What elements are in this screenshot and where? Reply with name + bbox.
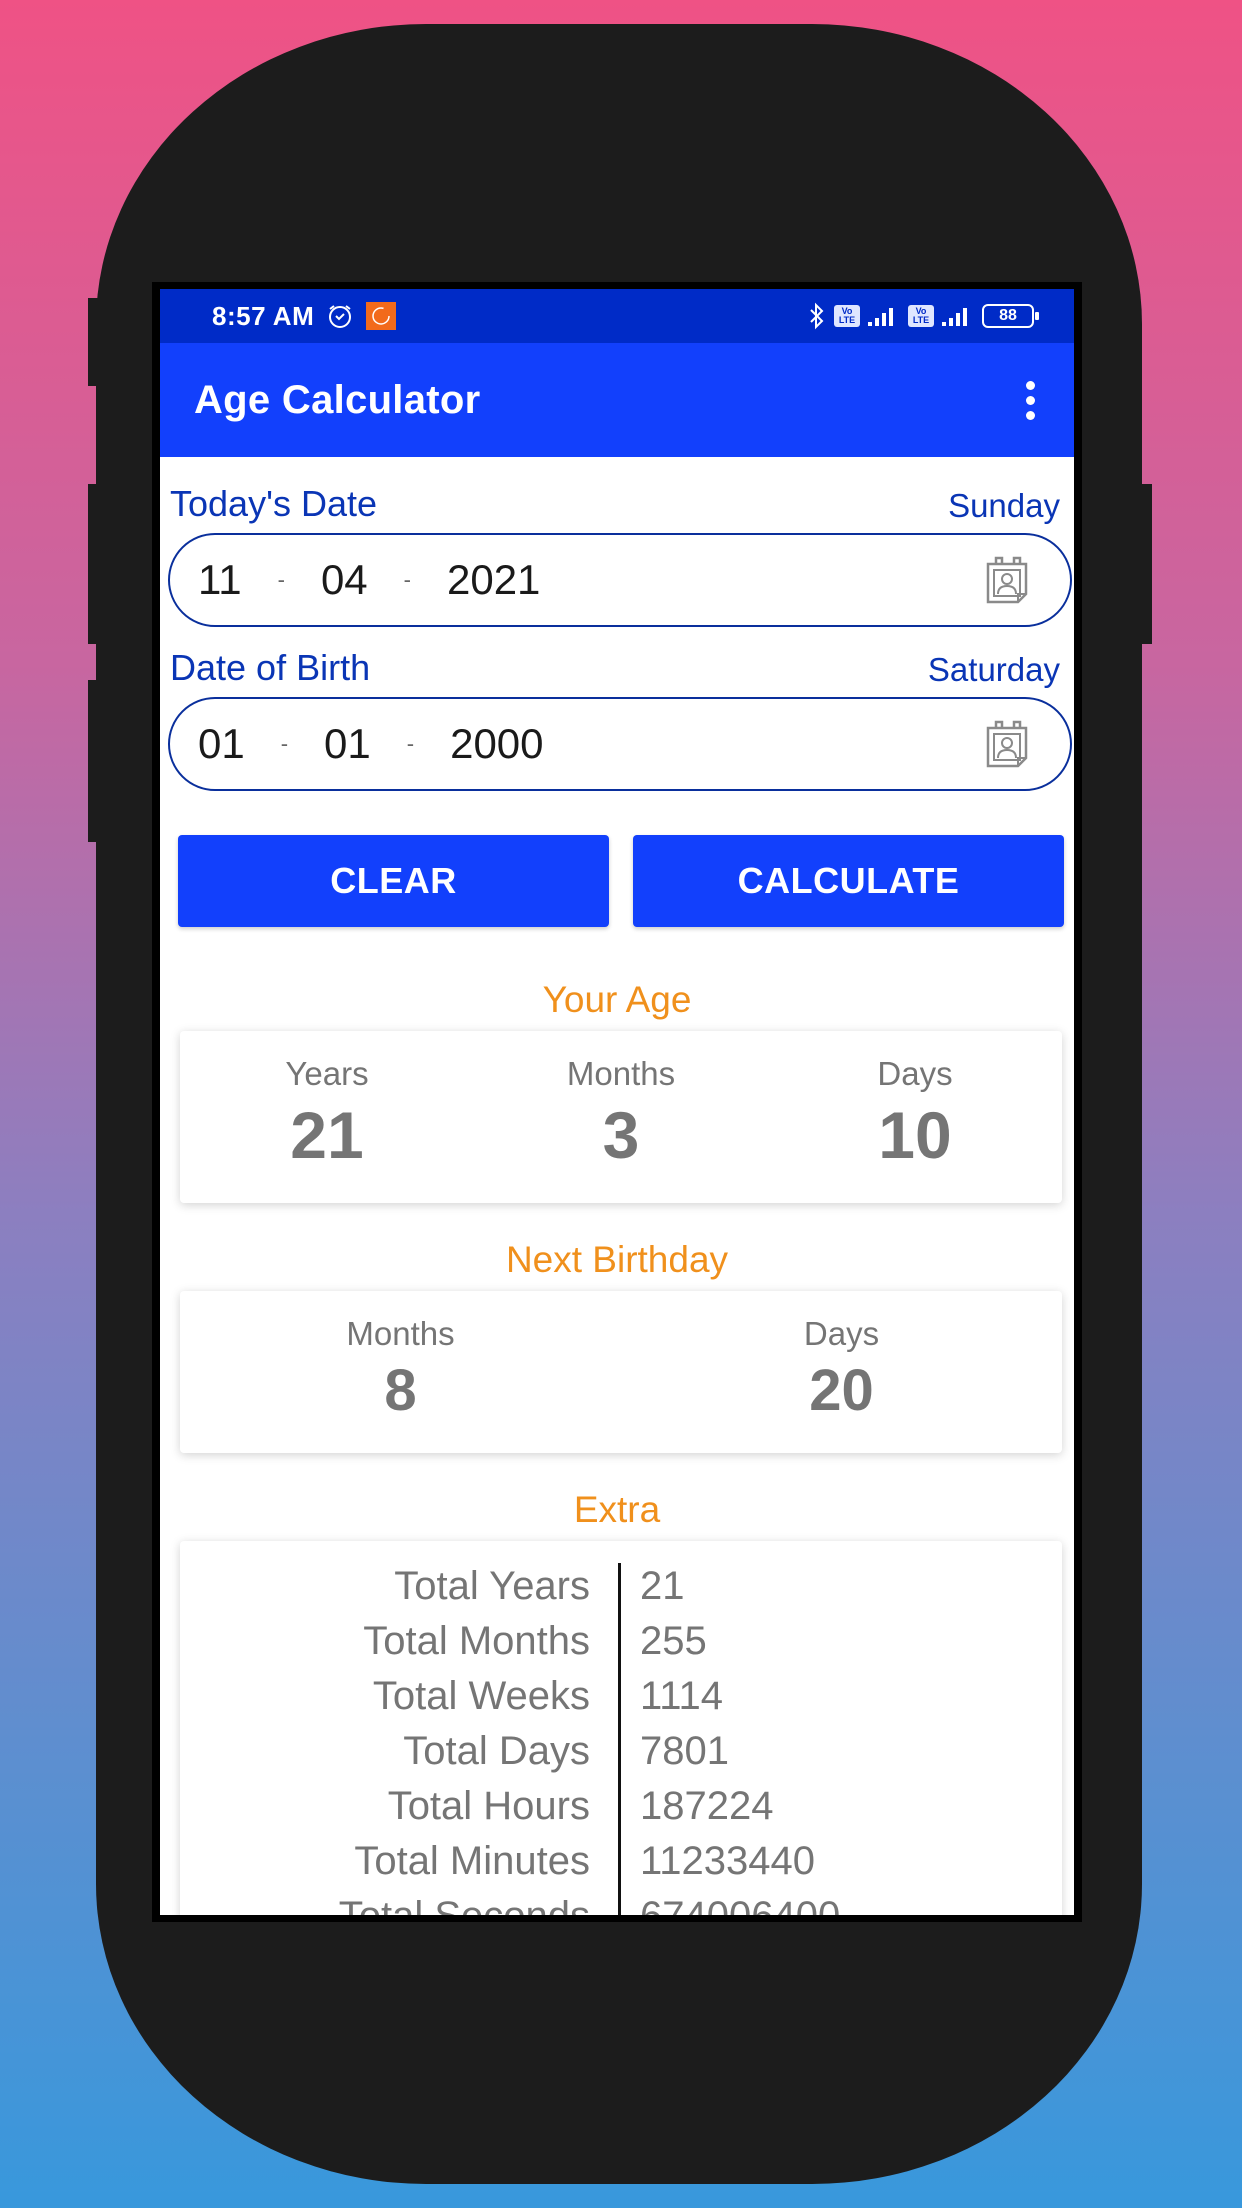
phone-power-button [1140,484,1152,644]
signal-icon [942,305,974,327]
extra-value: 187224 [640,1784,774,1828]
next-months: Months 8 [180,1291,621,1453]
extra-row: Total Minutes 11233440 [180,1834,1062,1889]
extra-key: Total Seconds [180,1894,598,1915]
signal-icon [868,305,900,327]
column-divider [618,1563,621,1915]
alarm-icon [326,302,354,330]
extra-value: 1114 [640,1674,724,1718]
calculate-button[interactable]: CALCULATE [633,835,1064,927]
volte-icon: Vo LTE [834,305,860,327]
today-year-input[interactable]: 2021 [447,556,540,604]
extra-key: Total Years [394,1564,590,1608]
extra-key: Total Months [363,1619,590,1663]
birth-date-label: Date of Birth [170,647,371,688]
date-separator: - [403,567,411,592]
age-years: Years 21 [180,1031,474,1203]
stat-value: 21 [290,1098,364,1172]
bluetooth-icon [808,302,826,330]
date-separator: - [406,731,415,756]
app-bar: Age Calculator [160,343,1074,457]
action-buttons: CLEAR CALCULATE [160,835,1074,927]
today-day-input[interactable]: 11 [198,556,242,604]
today-date-field[interactable]: 11 - 04 - 2021 [168,533,1072,627]
extra-row: Total Years 21 [180,1559,1062,1614]
stat-label: Months [346,1315,455,1352]
date-separator: - [280,731,289,756]
phone-volume-down-button [88,680,100,842]
today-month-input[interactable]: 04 [321,556,368,604]
extra-card: Total Years 21 Total Months 255 Total We… [180,1541,1062,1915]
stat-label: Days [877,1055,953,1092]
extra-key: Total Days [403,1729,590,1773]
status-bar: 8:57 AM Vo LTE Vo LTE 88 [160,289,1074,343]
extra-value: 674006400 [598,1894,840,1915]
date-separator: - [277,567,285,592]
extra-value: 11233440 [640,1839,815,1883]
extra-row: Total Hours 187224 [180,1779,1062,1834]
birth-year-input[interactable]: 2000 [450,720,543,768]
stat-value: 3 [602,1098,640,1172]
phone-side-button [88,298,100,386]
stat-label: Years [285,1055,369,1092]
age-months: Months 3 [474,1031,768,1203]
app-screen: 8:57 AM VoLTE VoLTE 88 Age Calculator [160,289,1074,1915]
today-label-row: Today's Date Sunday [160,483,1074,525]
battery-icon: 88 [982,304,1039,328]
volte-icon: Vo LTE [908,305,934,327]
extra-key: Total Weeks [372,1674,590,1718]
next-birthday-card: Months 8 Days 20 [180,1291,1062,1453]
stat-value: 20 [809,1358,874,1423]
calendar-icon[interactable] [984,554,1036,606]
your-age-card: Years 21 Months 3 Days 10 [180,1031,1062,1203]
extra-value: 255 [640,1619,707,1663]
your-age-title: Your Age [542,979,692,1020]
stat-label: Months [566,1055,676,1092]
next-days: Days 20 [621,1291,1062,1453]
extra-title: Extra [573,1489,661,1530]
next-birthday-title: Next Birthday [505,1239,729,1280]
extra-row: Total Days 7801 [180,1724,1062,1779]
more-vert-icon[interactable] [1010,370,1050,430]
extra-key: Total Minutes [354,1839,590,1883]
clear-button[interactable]: CLEAR [178,835,609,927]
extra-row: Total Months 255 [180,1614,1062,1669]
extra-row: Total Seconds 674006400 [180,1889,1062,1915]
birth-weekday: Saturday [927,651,1060,688]
content: Today's Date Sunday 11 - 04 - 2021 Date … [160,483,1074,1915]
birth-label-row: Date of Birth Saturday [160,647,1074,689]
calendar-icon[interactable] [984,718,1036,770]
stat-value: 8 [384,1358,417,1423]
volte-text: LTE [912,315,930,325]
app-title: Age Calculator [194,377,481,422]
volte-text: LTE [838,315,856,325]
status-time: 8:57 AM [212,300,315,331]
phone-volume-up-button [88,484,100,644]
today-date-label: Today's Date [170,483,377,524]
extra-key: Total Hours [387,1784,590,1828]
birth-date-field[interactable]: 01 - 01 - 2000 [168,697,1072,791]
extra-row: Total Weeks 1114 [180,1669,1062,1724]
stat-value: 10 [878,1098,952,1172]
birth-month-input[interactable]: 01 [324,720,371,768]
today-weekday: Sunday [948,487,1060,524]
extra-value: 21 [640,1564,685,1608]
age-days: Days 10 [768,1031,1062,1203]
stat-label: Days [803,1315,880,1352]
birth-day-input[interactable]: 01 [198,720,245,768]
mi-icon [366,302,397,330]
